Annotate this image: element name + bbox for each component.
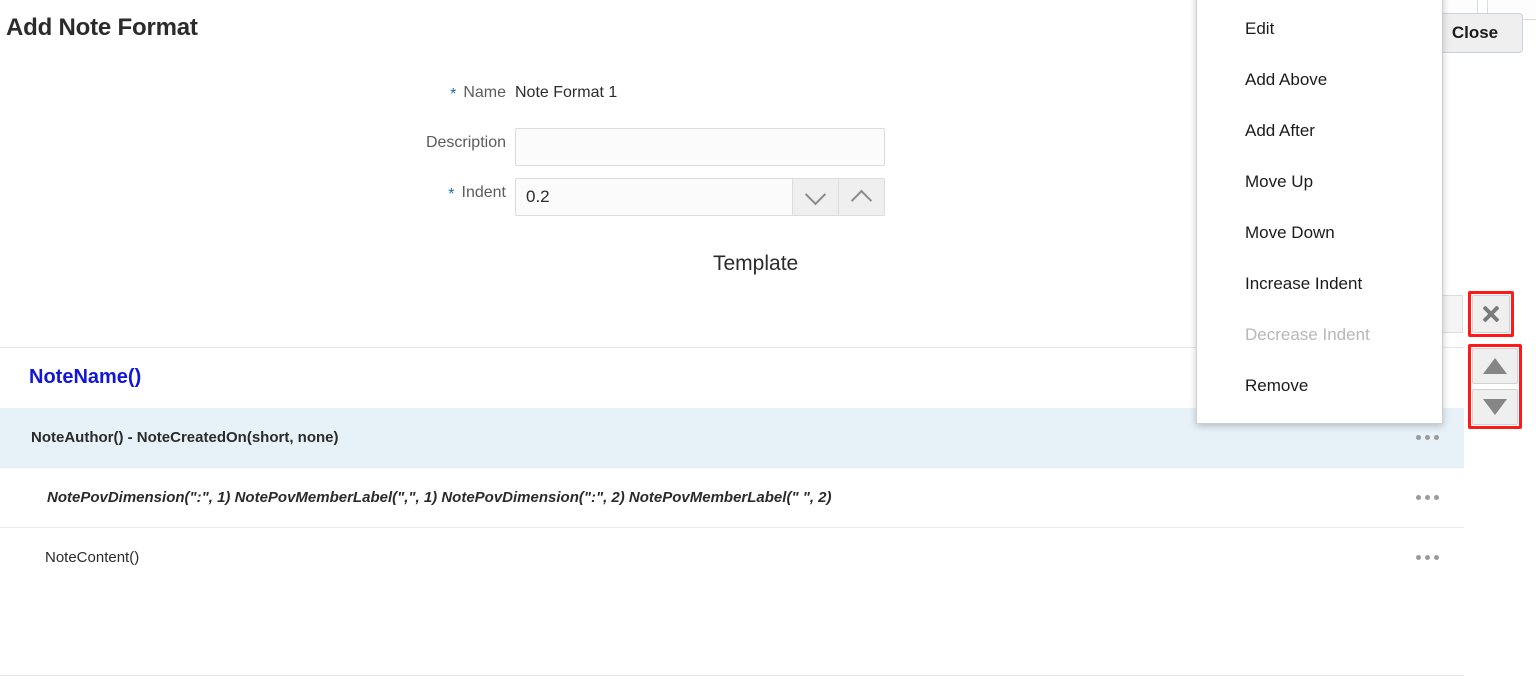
menu-item-add-above[interactable]: Add Above <box>1197 54 1442 105</box>
table-row[interactable]: NoteContent() <box>0 528 1464 588</box>
ellipsis-icon <box>1425 435 1430 440</box>
description-label: Description <box>426 134 506 151</box>
indent-label-wrap: * Indent <box>0 178 506 202</box>
page-title: Add Note Format <box>6 14 198 42</box>
triangle-down-icon <box>1483 399 1507 415</box>
row-text: NoteAuthor() - NoteCreatedOn(short, none… <box>0 429 338 446</box>
menu-item-increase-indent[interactable]: Increase Indent <box>1197 258 1442 309</box>
name-value: Note Format 1 <box>515 78 617 102</box>
name-label: Name <box>463 84 506 101</box>
menu-item-move-up[interactable]: Move Up <box>1197 156 1442 207</box>
row-text: NotePovDimension(":", 1) NotePovMemberLa… <box>0 489 832 506</box>
menu-item-remove[interactable]: Remove <box>1197 360 1442 411</box>
required-asterisk-icon: * <box>448 186 454 203</box>
name-label-wrap: * Name <box>0 78 506 102</box>
triangle-up-icon <box>1483 358 1507 374</box>
template-bottom-divider <box>0 675 1464 676</box>
form-row-description: Description <box>0 128 900 178</box>
delete-row-button[interactable] <box>1472 295 1510 333</box>
description-field-wrap <box>506 128 885 166</box>
indent-input[interactable] <box>516 179 792 215</box>
row-actions-menu-button[interactable] <box>1410 547 1444 569</box>
indent-decrement-button[interactable] <box>792 179 838 215</box>
form-row-indent: * Indent <box>0 178 900 228</box>
menu-item-edit[interactable]: Edit <box>1197 3 1442 54</box>
form-row-name: * Name Note Format 1 <box>0 78 900 128</box>
indent-stepper <box>515 178 885 216</box>
table-row[interactable]: NotePovDimension(":", 1) NotePovMemberLa… <box>0 468 1464 528</box>
ellipsis-icon <box>1434 555 1439 560</box>
move-row-down-button[interactable] <box>1472 389 1518 425</box>
required-asterisk-icon: * <box>450 86 456 103</box>
row-actions-menu-button[interactable] <box>1410 427 1444 449</box>
template-heading: Template <box>713 252 798 276</box>
row-text: NoteContent() <box>0 549 139 566</box>
ellipsis-icon <box>1416 435 1421 440</box>
chevron-down-icon <box>805 184 826 205</box>
move-row-up-button[interactable] <box>1472 348 1518 384</box>
chevron-up-icon <box>851 189 872 210</box>
ellipsis-icon <box>1425 495 1430 500</box>
menu-item-move-down[interactable]: Move Down <box>1197 207 1442 258</box>
description-label-wrap: Description <box>0 128 506 152</box>
note-format-form: * Name Note Format 1 Description * Indent <box>0 78 900 228</box>
indent-increment-button[interactable] <box>838 179 884 215</box>
indent-label: Indent <box>462 184 506 201</box>
row-actions-menu-button[interactable] <box>1410 487 1444 509</box>
close-x-icon <box>1481 304 1501 324</box>
name-field-wrap: Note Format 1 <box>506 78 617 102</box>
menu-item-add-after[interactable]: Add After <box>1197 105 1442 156</box>
menu-item-decrease-indent: Decrease Indent <box>1197 309 1442 360</box>
ellipsis-icon <box>1425 555 1430 560</box>
ellipsis-icon <box>1434 435 1439 440</box>
ellipsis-icon <box>1434 495 1439 500</box>
row-context-menu: Edit Add Above Add After Move Up Move Do… <box>1196 0 1443 424</box>
ellipsis-icon <box>1416 555 1421 560</box>
row-text: NoteName() <box>0 366 141 389</box>
indent-field-wrap <box>506 178 885 216</box>
description-input[interactable] <box>515 128 885 166</box>
ellipsis-icon <box>1416 495 1421 500</box>
